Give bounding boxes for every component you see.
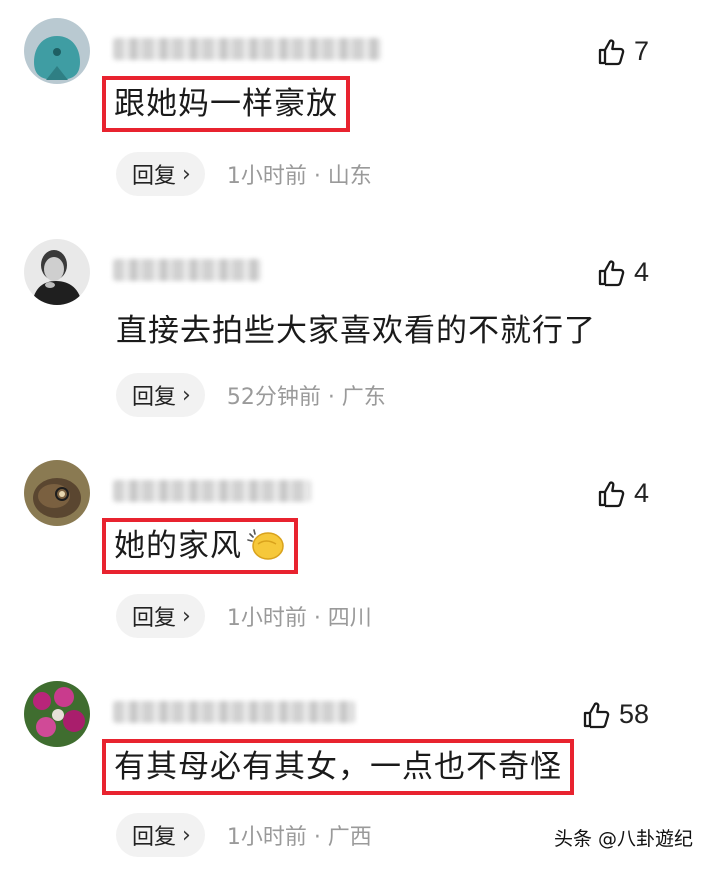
comment-text: 她的家风: [102, 518, 298, 574]
watermark: 头条 @八卦遊纪: [553, 828, 693, 850]
like-button[interactable]: 4: [596, 257, 649, 288]
comment-item: 4 她的家风 回复 › 1小时前 · 四川: [0, 442, 707, 662]
chevron-right-icon: ›: [182, 382, 191, 408]
time-location: 1小时前 · 山东: [226, 164, 372, 189]
like-count: 4: [633, 478, 649, 508]
username-blurred: [113, 38, 381, 60]
avatar-bird-icon: [24, 18, 90, 84]
reply-button[interactable]: 回复 ›: [116, 813, 205, 857]
like-button[interactable]: 58: [581, 699, 649, 730]
time-location: 52分钟前 · 广东: [226, 385, 386, 410]
comment-meta: 回复 › 1小时前 · 广西: [116, 813, 372, 857]
avatar[interactable]: [24, 460, 90, 526]
like-count: 58: [618, 699, 649, 729]
thumbs-up-icon: [598, 38, 625, 65]
reply-button[interactable]: 回复 ›: [116, 594, 205, 638]
comment-item: 4 直接去拍些大家喜欢看的不就行了 回复 › 52分钟前 · 广东: [0, 221, 707, 441]
time-location: 1小时前 · 广西: [226, 825, 372, 850]
avatar[interactable]: [24, 18, 90, 84]
reply-label: 回复: [132, 606, 177, 631]
reply-label: 回复: [132, 825, 177, 850]
avatar-flowers-photo-icon: [24, 681, 90, 747]
username-blurred: [113, 480, 311, 502]
like-count: 4: [633, 257, 649, 287]
chevron-right-icon: ›: [182, 603, 191, 629]
comment-text: 有其母必有其女，一点也不奇怪: [102, 739, 574, 795]
reply-label: 回复: [132, 385, 177, 410]
thumbs-up-icon: [598, 259, 625, 286]
avatar-animal-photo-icon: [24, 460, 90, 526]
like-button[interactable]: 7: [596, 36, 649, 67]
comment-text: 跟她妈一样豪放: [102, 76, 350, 132]
username-blurred: [113, 259, 261, 281]
comment-meta: 回复 › 1小时前 · 山东: [116, 152, 372, 196]
clapping-hands-icon: [246, 528, 286, 562]
like-button[interactable]: 4: [596, 478, 649, 509]
comment-meta: 回复 › 52分钟前 · 广东: [116, 373, 386, 417]
reply-label: 回复: [132, 164, 177, 189]
time-location: 1小时前 · 四川: [226, 606, 372, 631]
username-blurred: [113, 701, 355, 723]
like-count: 7: [633, 36, 649, 66]
chevron-right-icon: ›: [182, 161, 191, 187]
thumbs-up-icon: [583, 701, 610, 728]
reply-button[interactable]: 回复 ›: [116, 373, 205, 417]
comment-meta: 回复 › 1小时前 · 四川: [116, 594, 372, 638]
comment-item: 7 跟她妈一样豪放 回复 › 1小时前 · 山东: [0, 0, 707, 220]
comment-text-body: 她的家风: [114, 528, 242, 564]
avatar[interactable]: [24, 681, 90, 747]
thumbs-up-icon: [598, 480, 625, 507]
comment-text: 直接去拍些大家喜欢看的不就行了: [116, 313, 596, 349]
chevron-right-icon: ›: [182, 822, 191, 848]
avatar[interactable]: [24, 239, 90, 305]
avatar-person-photo-icon: [24, 239, 90, 305]
reply-button[interactable]: 回复 ›: [116, 152, 205, 196]
